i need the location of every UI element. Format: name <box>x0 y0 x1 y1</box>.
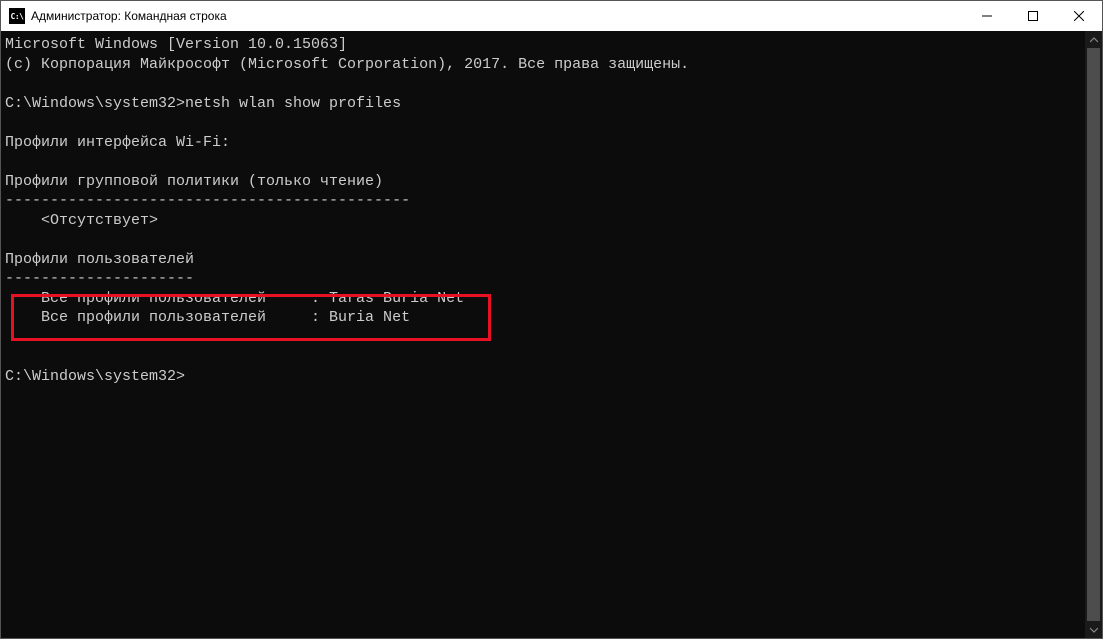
scroll-down-button[interactable] <box>1085 621 1102 638</box>
prompt-line: C:\Windows\system32>netsh wlan show prof… <box>5 95 401 112</box>
prompt-line: C:\Windows\system32> <box>5 368 185 385</box>
output-line: <Отсутствует> <box>5 212 158 229</box>
minimize-icon <box>982 11 992 21</box>
maximize-icon <box>1028 11 1038 21</box>
output-header: Профили пользователей <box>5 251 194 268</box>
output-separator: --------------------- <box>5 270 194 287</box>
terminal-wrap: Microsoft Windows [Version 10.0.15063] (… <box>1 31 1102 638</box>
chevron-up-icon <box>1090 36 1098 44</box>
chevron-down-icon <box>1090 626 1098 634</box>
cmd-window: C:\ Администратор: Командная строка Micr… <box>0 0 1103 639</box>
minimize-button[interactable] <box>964 1 1010 31</box>
profile-line: Все профили пользователей : Taras Buria … <box>5 290 464 307</box>
scrollbar-track[interactable] <box>1085 48 1102 621</box>
vertical-scrollbar[interactable] <box>1085 31 1102 638</box>
output-header: Профили интерфейса Wi-Fi: <box>5 134 230 151</box>
window-controls <box>964 1 1102 31</box>
output-line: (c) Корпорация Майкрософт (Microsoft Cor… <box>5 56 689 73</box>
cmd-icon: C:\ <box>9 8 25 24</box>
terminal-container: Microsoft Windows [Version 10.0.15063] (… <box>1 31 1102 638</box>
close-icon <box>1074 11 1084 21</box>
close-button[interactable] <box>1056 1 1102 31</box>
output-header: Профили групповой политики (только чтени… <box>5 173 383 190</box>
scrollbar-thumb[interactable] <box>1087 48 1100 621</box>
titlebar[interactable]: C:\ Администратор: Командная строка <box>1 1 1102 31</box>
terminal[interactable]: Microsoft Windows [Version 10.0.15063] (… <box>1 31 1085 638</box>
maximize-button[interactable] <box>1010 1 1056 31</box>
output-separator: ----------------------------------------… <box>5 192 410 209</box>
window-title: Администратор: Командная строка <box>31 9 964 23</box>
scroll-up-button[interactable] <box>1085 31 1102 48</box>
profile-line: Все профили пользователей : Buria Net <box>5 309 410 326</box>
output-line: Microsoft Windows [Version 10.0.15063] <box>5 36 347 53</box>
